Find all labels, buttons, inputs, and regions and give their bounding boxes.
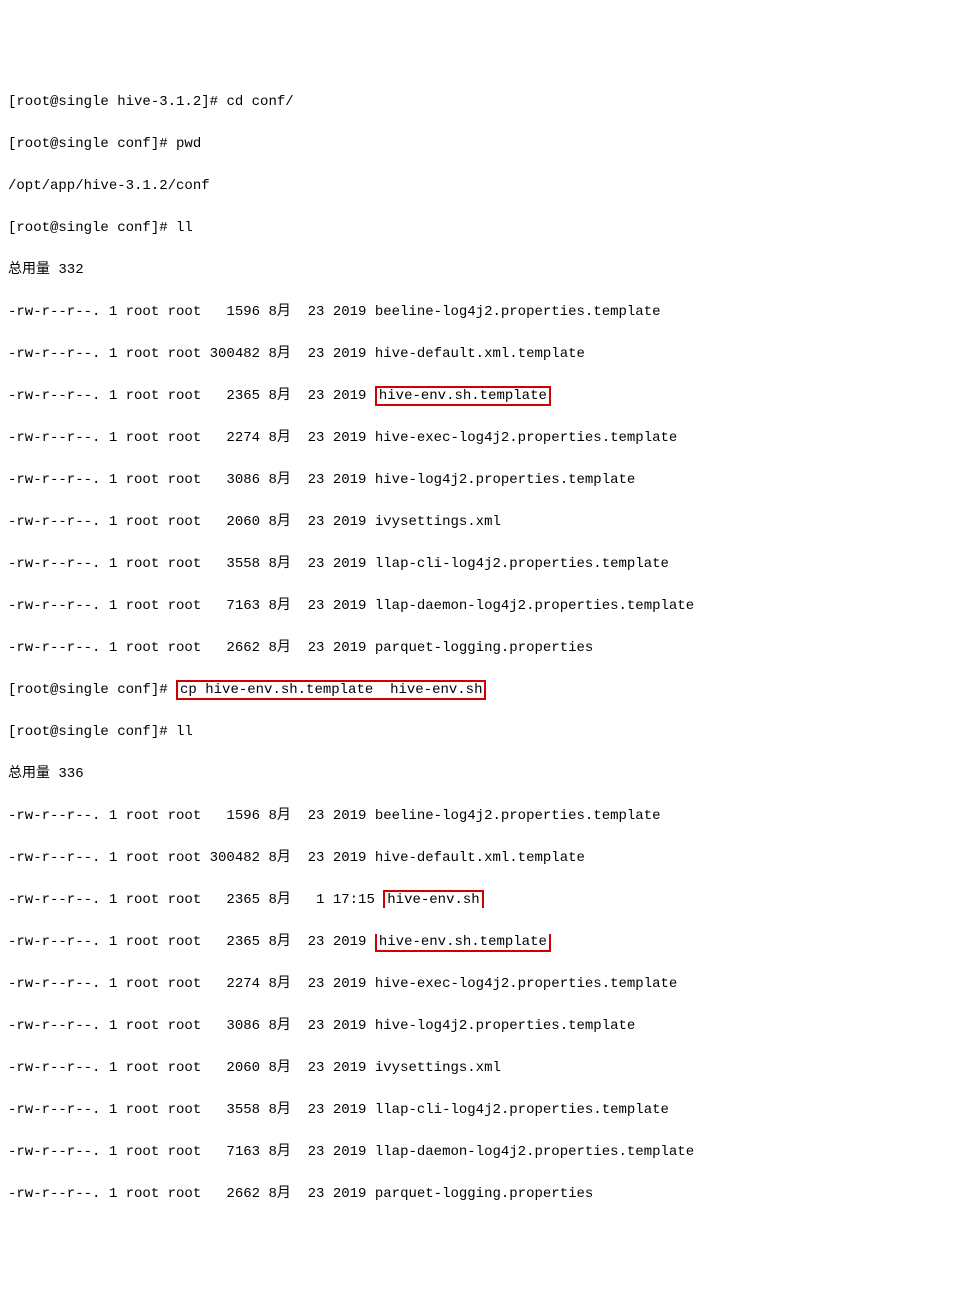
- terminal-line-2: [root@single conf]# pwd: [8, 134, 958, 155]
- prompt: [root@single conf]#: [8, 220, 176, 236]
- file-row: -rw-r--r--. 1 root root 2662 8月 23 2019 …: [8, 1184, 958, 1205]
- file-row: -rw-r--r--. 1 root root 2274 8月 23 2019 …: [8, 428, 958, 449]
- filename: hive-exec-log4j2.properties.template: [375, 430, 677, 446]
- file-row: -rw-r--r--. 1 root root 2662 8月 23 2019 …: [8, 638, 958, 659]
- prompt: [root@single conf]#: [8, 724, 176, 740]
- command: ll: [176, 724, 193, 740]
- highlighted-filename: hive-env.sh: [383, 890, 483, 908]
- filename: llap-cli-log4j2.properties.template: [375, 1102, 669, 1118]
- filename: hive-log4j2.properties.template: [375, 1018, 635, 1034]
- filename: beeline-log4j2.properties.template: [375, 808, 661, 824]
- file-row: -rw-r--r--. 1 root root 2365 8月 23 2019 …: [8, 386, 958, 407]
- command: pwd: [176, 136, 201, 152]
- filename: llap-cli-log4j2.properties.template: [375, 556, 669, 572]
- filename: ivysettings.xml: [375, 1060, 501, 1076]
- file-row: -rw-r--r--. 1 root root 1596 8月 23 2019 …: [8, 302, 958, 323]
- file-row: -rw-r--r--. 1 root root 2060 8月 23 2019 …: [8, 512, 958, 533]
- file-row: -rw-r--r--. 1 root root 300482 8月 23 201…: [8, 848, 958, 869]
- terminal-line-cp: [root@single conf]# cp hive-env.sh.templ…: [8, 680, 958, 701]
- file-row: -rw-r--r--. 1 root root 2274 8月 23 2019 …: [8, 974, 958, 995]
- highlighted-filename: hive-env.sh.template: [375, 386, 551, 406]
- filename: hive-default.xml.template: [375, 346, 585, 362]
- filename: llap-daemon-log4j2.properties.template: [375, 1144, 694, 1160]
- file-row: -rw-r--r--. 1 root root 3086 8月 23 2019 …: [8, 470, 958, 491]
- file-row: -rw-r--r--. 1 root root 2365 8月 23 2019 …: [8, 932, 958, 953]
- filename: ivysettings.xml: [375, 514, 501, 530]
- total-line-1: 总用量 332: [8, 260, 958, 281]
- filename: beeline-log4j2.properties.template: [375, 304, 661, 320]
- terminal-line-1: [root@single hive-3.1.2]# cd conf/: [8, 92, 958, 113]
- filename: hive-log4j2.properties.template: [375, 472, 635, 488]
- command: ll: [176, 220, 193, 236]
- file-row: -rw-r--r--. 1 root root 2365 8月 1 17:15 …: [8, 890, 958, 911]
- pwd-output: /opt/app/hive-3.1.2/conf: [8, 176, 958, 197]
- file-row: -rw-r--r--. 1 root root 2060 8月 23 2019 …: [8, 1058, 958, 1079]
- filename: llap-daemon-log4j2.properties.template: [375, 598, 694, 614]
- filename: hive-exec-log4j2.properties.template: [375, 976, 677, 992]
- prompt: [root@single conf]#: [8, 136, 176, 152]
- file-row: -rw-r--r--. 1 root root 300482 8月 23 201…: [8, 344, 958, 365]
- filename: hive-default.xml.template: [375, 850, 585, 866]
- terminal-line-ll2: [root@single conf]# ll: [8, 722, 958, 743]
- terminal-line-3: [root@single conf]# ll: [8, 218, 958, 239]
- total-line-2: 总用量 336: [8, 764, 958, 785]
- highlighted-command: cp hive-env.sh.template hive-env.sh: [176, 680, 486, 700]
- file-row: -rw-r--r--. 1 root root 3558 8月 23 2019 …: [8, 554, 958, 575]
- highlighted-filename: hive-env.sh.template: [375, 934, 551, 952]
- prompt: [root@single conf]#: [8, 682, 176, 698]
- command: cd conf/: [226, 94, 293, 110]
- prompt: [root@single hive-3.1.2]#: [8, 94, 226, 110]
- file-row: -rw-r--r--. 1 root root 1596 8月 23 2019 …: [8, 806, 958, 827]
- file-row: -rw-r--r--. 1 root root 7163 8月 23 2019 …: [8, 596, 958, 617]
- file-row: -rw-r--r--. 1 root root 3086 8月 23 2019 …: [8, 1016, 958, 1037]
- file-row: -rw-r--r--. 1 root root 7163 8月 23 2019 …: [8, 1142, 958, 1163]
- file-row: -rw-r--r--. 1 root root 3558 8月 23 2019 …: [8, 1100, 958, 1121]
- filename: parquet-logging.properties: [375, 1186, 593, 1202]
